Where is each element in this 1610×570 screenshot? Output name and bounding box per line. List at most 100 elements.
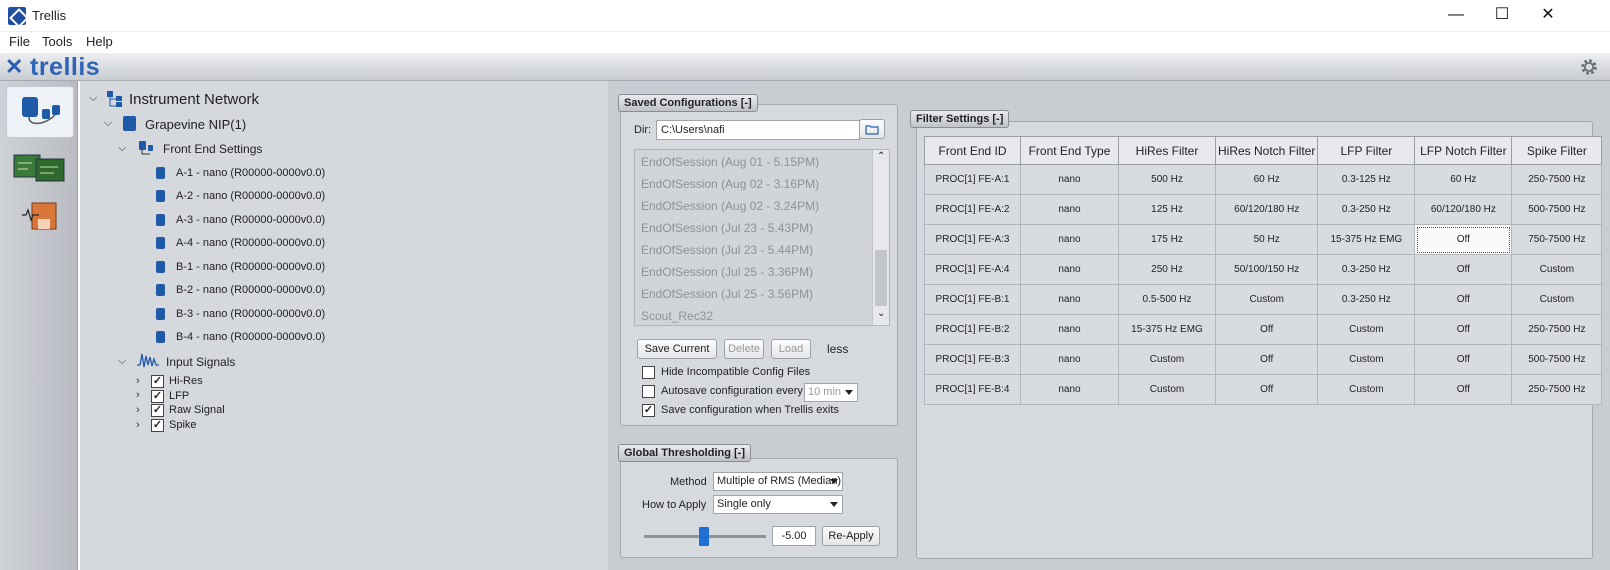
table-cell[interactable]: Off: [1414, 344, 1513, 375]
config-list-item[interactable]: EndOfSession (Jul 23 - 5.43PM): [641, 221, 813, 235]
filter-settings-title[interactable]: Filter Settings [-]: [910, 110, 1010, 128]
table-cell[interactable]: 750-7500 Hz: [1511, 224, 1603, 255]
dir-field[interactable]: C:\Users\nafi: [656, 120, 860, 140]
tree-root-label[interactable]: Instrument Network: [129, 91, 259, 108]
tree-front-end-item[interactable]: A-1 - nano (R00000-0000v0.0): [176, 167, 325, 179]
table-cell[interactable]: 250-7500 Hz: [1511, 374, 1603, 405]
scroll-down-icon[interactable]: ⌄: [877, 308, 885, 319]
tree-nip-label[interactable]: Grapevine NIP(1): [145, 117, 246, 132]
scroll-up-icon[interactable]: ⌃: [877, 151, 885, 162]
column-header[interactable]: HiRes Notch Filter: [1214, 136, 1319, 165]
table-cell[interactable]: 500-7500 Hz: [1511, 194, 1603, 225]
tree-front-end-item[interactable]: B-3 - nano (R00000-0000v0.0): [176, 308, 325, 320]
tree-input-signals-label[interactable]: Input Signals: [166, 355, 235, 369]
table-cell[interactable]: 15-375 Hz EMG: [1118, 314, 1216, 345]
table-cell[interactable]: 0.5-500 Hz: [1118, 284, 1216, 315]
expand-arrow-icon[interactable]: ›: [136, 375, 140, 387]
scrollbar-thumb[interactable]: [875, 250, 887, 306]
config-file-list[interactable]: EndOfSession (Aug 01 - 5.15PM) EndOfSess…: [634, 149, 890, 326]
table-cell[interactable]: 0.3-125 Hz: [1317, 164, 1416, 195]
checkbox-raw-signal[interactable]: ✓: [151, 404, 164, 417]
table-cell[interactable]: Off: [1214, 374, 1319, 405]
table-cell[interactable]: 250-7500 Hz: [1511, 314, 1603, 345]
config-list-item[interactable]: Scout_Rec32: [641, 309, 713, 323]
collapse-arrow-icon[interactable]: ⌵: [118, 355, 126, 368]
save-current-button[interactable]: Save Current: [637, 339, 717, 359]
checkbox-hi-res[interactable]: ✓: [151, 375, 164, 388]
table-cell[interactable]: 60 Hz: [1214, 164, 1319, 195]
table-cell[interactable]: 125 Hz: [1118, 194, 1216, 225]
checkbox-lfp[interactable]: ✓: [151, 390, 164, 403]
hardware-view-button[interactable]: [6, 143, 74, 195]
expand-arrow-icon[interactable]: ›: [136, 389, 140, 401]
table-cell[interactable]: Custom: [1118, 344, 1216, 375]
delete-button[interactable]: Delete: [724, 339, 764, 359]
table-cell[interactable]: Off: [1414, 284, 1513, 315]
tree-front-end-item[interactable]: B-4 - nano (R00000-0000v0.0): [176, 331, 325, 343]
autosave-interval-select[interactable]: 10 min: [804, 383, 858, 402]
column-header[interactable]: LFP Notch Filter: [1414, 136, 1513, 165]
config-list-item[interactable]: EndOfSession (Jul 25 - 3.36PM): [641, 265, 813, 279]
close-button[interactable]: ✕: [1525, 0, 1571, 32]
tree-front-end-item[interactable]: B-2 - nano (R00000-0000v0.0): [176, 284, 325, 296]
table-cell[interactable]: 175 Hz: [1118, 224, 1216, 255]
column-header[interactable]: Spike Filter: [1511, 136, 1603, 165]
minimize-button[interactable]: —: [1433, 0, 1479, 32]
column-header[interactable]: Front End ID: [924, 136, 1021, 165]
tree-front-end-item[interactable]: A-3 - nano (R00000-0000v0.0): [176, 214, 325, 226]
config-list-scrollbar[interactable]: ⌃ ⌄: [872, 150, 889, 325]
expand-arrow-icon[interactable]: ›: [136, 419, 140, 431]
collapse-arrow-icon[interactable]: ⌵: [104, 117, 112, 130]
network-view-button[interactable]: [6, 86, 74, 138]
browse-folder-button[interactable]: [859, 119, 885, 139]
table-cell[interactable]: Custom: [1317, 344, 1416, 375]
table-cell[interactable]: Custom: [1118, 374, 1216, 405]
table-cell[interactable]: 60/120/180 Hz: [1214, 194, 1319, 225]
table-cell[interactable]: 0.3-250 Hz: [1317, 194, 1416, 225]
save-on-exit-checkbox[interactable]: ✓: [642, 404, 655, 417]
method-select[interactable]: Multiple of RMS (Median): [713, 472, 843, 491]
tree-front-end-item[interactable]: A-2 - nano (R00000-0000v0.0): [176, 190, 325, 202]
table-cell[interactable]: 0.3-250 Hz: [1317, 254, 1416, 285]
table-cell[interactable]: Custom: [1317, 314, 1416, 345]
column-header[interactable]: LFP Filter: [1317, 136, 1416, 165]
table-cell[interactable]: Off: [1214, 344, 1319, 375]
menu-help[interactable]: Help: [86, 34, 113, 49]
file-view-button[interactable]: [6, 191, 74, 243]
table-cell[interactable]: 15-375 Hz EMG: [1317, 224, 1416, 255]
column-header[interactable]: HiRes Filter: [1118, 136, 1216, 165]
config-list-item[interactable]: EndOfSession (Aug 01 - 5.15PM): [641, 155, 819, 169]
table-cell[interactable]: 250-7500 Hz: [1511, 164, 1603, 195]
table-cell[interactable]: 60/120/180 Hz: [1414, 194, 1513, 225]
table-cell[interactable]: 0.3-250 Hz: [1317, 284, 1416, 315]
config-list-item[interactable]: EndOfSession (Aug 02 - 3.24PM): [641, 199, 819, 213]
config-list-item[interactable]: EndOfSession (Aug 02 - 3.16PM): [641, 177, 819, 191]
table-cell[interactable]: Custom: [1214, 284, 1319, 315]
table-cell[interactable]: 50 Hz: [1214, 224, 1319, 255]
config-list-item[interactable]: EndOfSession (Jul 23 - 5.44PM): [641, 243, 813, 257]
maximize-button[interactable]: ☐: [1479, 0, 1525, 32]
threshold-value-field[interactable]: -5.00: [772, 526, 816, 546]
table-cell[interactable]: Off: [1414, 224, 1513, 255]
table-cell[interactable]: 500 Hz: [1118, 164, 1216, 195]
table-cell[interactable]: Custom: [1511, 284, 1603, 315]
table-cell[interactable]: 500-7500 Hz: [1511, 344, 1603, 375]
table-cell[interactable]: 60 Hz: [1414, 164, 1513, 195]
tree-front-end-settings-label[interactable]: Front End Settings: [163, 142, 262, 156]
table-cell[interactable]: Custom: [1317, 374, 1416, 405]
saved-configs-title[interactable]: Saved Configurations [-]: [618, 94, 758, 112]
table-cell[interactable]: Off: [1214, 314, 1319, 345]
threshold-slider-thumb[interactable]: [699, 527, 709, 546]
load-button[interactable]: Load: [771, 339, 811, 359]
less-toggle[interactable]: less: [827, 342, 848, 356]
autosave-checkbox[interactable]: [642, 385, 655, 398]
tree-front-end-item[interactable]: B-1 - nano (R00000-0000v0.0): [176, 261, 325, 273]
checkbox-spike[interactable]: ✓: [151, 419, 164, 432]
thresholding-title[interactable]: Global Thresholding [-]: [618, 444, 751, 462]
table-cell[interactable]: Off: [1414, 254, 1513, 285]
reapply-button[interactable]: Re-Apply: [822, 526, 880, 546]
table-cell[interactable]: 250 Hz: [1118, 254, 1216, 285]
table-cell[interactable]: Custom: [1511, 254, 1603, 285]
hide-incompatible-checkbox[interactable]: [642, 366, 655, 379]
config-list-item[interactable]: EndOfSession (Jul 25 - 3.56PM): [641, 287, 813, 301]
